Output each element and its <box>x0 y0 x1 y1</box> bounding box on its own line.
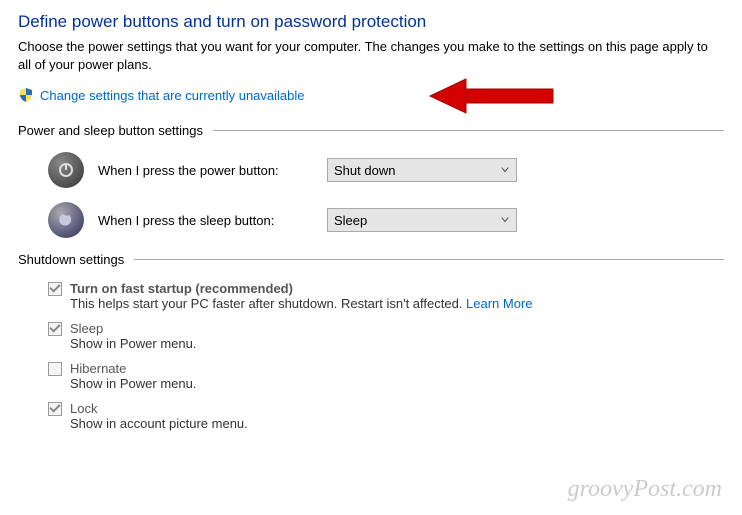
checkbox-label: Lock <box>70 401 97 416</box>
annotation-arrow-icon <box>428 75 558 120</box>
shutdown-item: SleepShow in Power menu. <box>48 321 724 351</box>
power-button-label: When I press the power button: <box>98 163 313 178</box>
checkbox[interactable] <box>48 282 62 296</box>
watermark: groovyPost.com <box>568 476 722 503</box>
checkbox-label: Turn on fast startup (recommended) <box>70 281 293 296</box>
learn-more-link[interactable]: Learn More <box>466 296 532 311</box>
checkbox-label: Hibernate <box>70 361 126 376</box>
section-header-power-sleep: Power and sleep button settings <box>18 123 724 138</box>
section-header-label: Power and sleep button settings <box>18 123 203 138</box>
shutdown-item: Turn on fast startup (recommended)This h… <box>48 281 724 311</box>
page-title: Define power buttons and turn on passwor… <box>18 12 724 32</box>
shutdown-item: HibernateShow in Power menu. <box>48 361 724 391</box>
change-settings-row: Change settings that are currently unava… <box>18 87 724 103</box>
checkbox-label: Sleep <box>70 321 103 336</box>
power-button-row: When I press the power button: Shut down <box>48 152 724 188</box>
sleep-button-label: When I press the sleep button: <box>98 213 313 228</box>
shutdown-item: LockShow in account picture menu. <box>48 401 724 431</box>
power-button-select[interactable]: Shut down <box>327 158 517 182</box>
sleep-icon <box>48 202 84 238</box>
shield-icon <box>18 87 34 103</box>
intro-text: Choose the power settings that you want … <box>18 38 724 73</box>
checkbox[interactable] <box>48 402 62 416</box>
change-settings-link[interactable]: Change settings that are currently unava… <box>40 88 305 103</box>
checkbox-description: Show in Power menu. <box>70 376 724 391</box>
checkbox-description: This helps start your PC faster after sh… <box>70 296 724 311</box>
checkbox[interactable] <box>48 322 62 336</box>
sleep-button-row: When I press the sleep button: Sleep <box>48 202 724 238</box>
section-header-shutdown: Shutdown settings <box>18 252 724 267</box>
section-header-label: Shutdown settings <box>18 252 124 267</box>
divider <box>213 130 724 131</box>
checkbox[interactable] <box>48 362 62 376</box>
power-icon <box>48 152 84 188</box>
checkbox-description: Show in Power menu. <box>70 336 724 351</box>
checkbox-description: Show in account picture menu. <box>70 416 724 431</box>
divider <box>134 259 724 260</box>
sleep-button-select[interactable]: Sleep <box>327 208 517 232</box>
